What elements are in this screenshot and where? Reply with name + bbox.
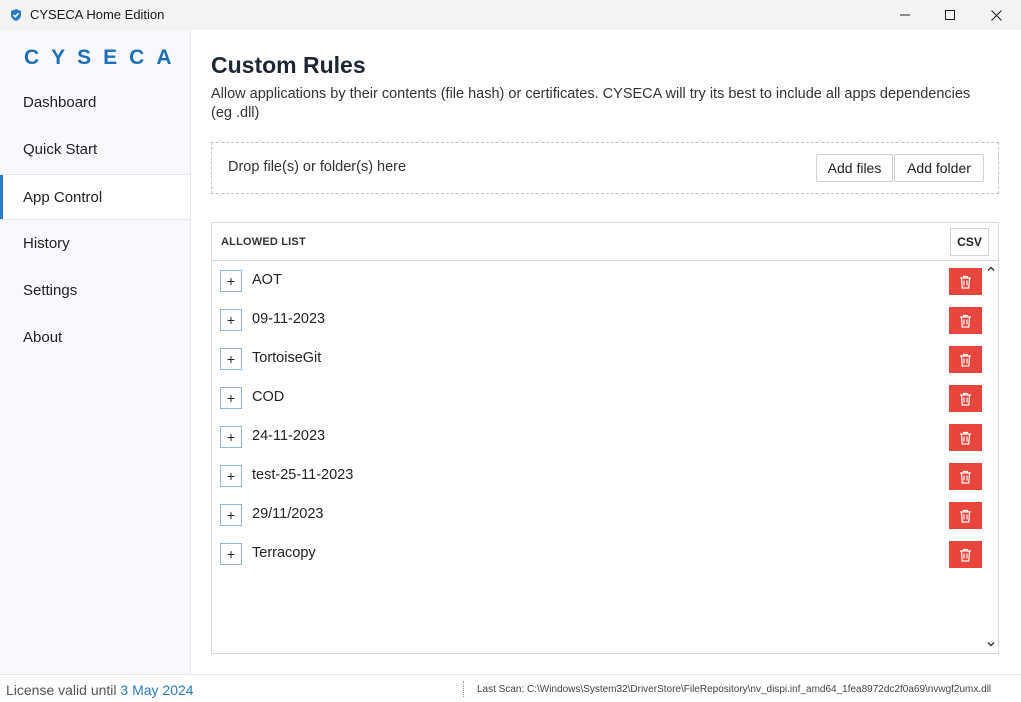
list-item-label: AOT	[252, 272, 282, 288]
minimize-button[interactable]	[882, 0, 928, 30]
csv-export-button[interactable]: CSV	[950, 228, 989, 256]
delete-button[interactable]	[949, 424, 982, 451]
chevron-up-icon[interactable]	[986, 264, 996, 274]
list-scrollbar[interactable]	[984, 262, 998, 653]
sidebar-item-history[interactable]: History	[0, 220, 190, 266]
allowed-list-rows: + AOT + 09-11-2023 + TortoiseGit + COD +	[212, 262, 984, 652]
list-item-label: Terracopy	[252, 545, 316, 561]
close-button[interactable]	[973, 0, 1019, 30]
list-item: + test-25-11-2023	[212, 457, 984, 496]
list-item-label: 09-11-2023	[252, 311, 326, 327]
trash-icon	[960, 275, 971, 289]
license-date: 3 May 2024	[120, 682, 194, 698]
expand-button[interactable]: +	[220, 504, 242, 526]
expand-button[interactable]: +	[220, 426, 242, 448]
minimize-icon	[900, 14, 910, 16]
close-icon	[990, 9, 1002, 21]
sidebar-item-dashboard[interactable]: Dashboard	[0, 79, 190, 125]
chevron-down-icon[interactable]	[986, 639, 996, 649]
list-item-label: 29/11/2023	[252, 506, 324, 522]
maximize-button[interactable]	[927, 0, 973, 30]
allowed-list-header: ALLOWED LIST CSV	[212, 223, 998, 261]
delete-button[interactable]	[949, 541, 982, 568]
list-item-label: 24-11-2023	[252, 428, 326, 444]
delete-button[interactable]	[949, 463, 982, 490]
delete-button[interactable]	[949, 268, 982, 295]
list-item: + COD	[212, 379, 984, 418]
allowed-list-panel: ALLOWED LIST CSV + AOT + 09-11-2023 + To…	[211, 222, 999, 654]
delete-button[interactable]	[949, 502, 982, 529]
trash-icon	[960, 548, 971, 562]
list-item: + 24-11-2023	[212, 418, 984, 457]
trash-icon	[960, 314, 971, 328]
sidebar-item-quick-start[interactable]: Quick Start	[0, 126, 190, 172]
drop-zone[interactable]: Drop file(s) or folder(s) here Add files…	[211, 142, 999, 194]
trash-icon	[960, 509, 971, 523]
delete-button[interactable]	[949, 307, 982, 334]
trash-icon	[960, 431, 971, 445]
expand-button[interactable]: +	[220, 543, 242, 565]
page-title: Custom Rules	[211, 52, 366, 78]
allowed-list-title: ALLOWED LIST	[221, 236, 306, 248]
cyseca-logo: CYSECA	[24, 46, 184, 69]
expand-button[interactable]: +	[220, 465, 242, 487]
title-bar: CYSECA Home Edition	[0, 0, 1021, 30]
list-item-label: test-25-11-2023	[252, 467, 354, 483]
add-files-button[interactable]: Add files	[816, 154, 893, 182]
expand-button[interactable]: +	[220, 387, 242, 409]
delete-button[interactable]	[949, 385, 982, 412]
list-item: + 29/11/2023	[212, 496, 984, 535]
status-divider	[463, 681, 464, 697]
maximize-icon	[945, 10, 955, 20]
last-scan-path: Last Scan: C:\Windows\System32\DriverSto…	[477, 684, 992, 695]
delete-button[interactable]	[949, 346, 982, 373]
expand-button[interactable]: +	[220, 348, 242, 370]
list-item-label: COD	[252, 389, 285, 405]
license-status: License valid until 3 May 2024	[6, 682, 194, 698]
license-prefix: License valid until	[6, 682, 121, 698]
sidebar: CYSECA Dashboard Quick Start App Control…	[0, 30, 191, 674]
trash-icon	[960, 392, 971, 406]
list-item: + AOT	[212, 262, 984, 301]
add-folder-button[interactable]: Add folder	[894, 154, 984, 182]
list-item: + 09-11-2023	[212, 301, 984, 340]
list-item: + TortoiseGit	[212, 340, 984, 379]
expand-button[interactable]: +	[220, 309, 242, 331]
trash-icon	[960, 470, 971, 484]
main-content: Custom Rules Allow applications by their…	[191, 30, 1021, 674]
sidebar-item-app-control[interactable]: App Control	[0, 174, 190, 220]
expand-button[interactable]: +	[220, 270, 242, 292]
page-description: Allow applications by their contents (fi…	[211, 86, 971, 121]
status-bar: License valid until 3 May 2024 Last Scan…	[0, 674, 1021, 702]
sidebar-item-settings[interactable]: Settings	[0, 267, 190, 313]
sidebar-item-about[interactable]: About	[0, 314, 190, 360]
drop-zone-text: Drop file(s) or folder(s) here	[228, 159, 407, 175]
list-item-label: TortoiseGit	[252, 350, 322, 366]
shield-icon	[11, 9, 21, 21]
list-item: + Terracopy	[212, 535, 984, 574]
window-title: CYSECA Home Edition	[30, 7, 165, 22]
trash-icon	[960, 353, 971, 367]
